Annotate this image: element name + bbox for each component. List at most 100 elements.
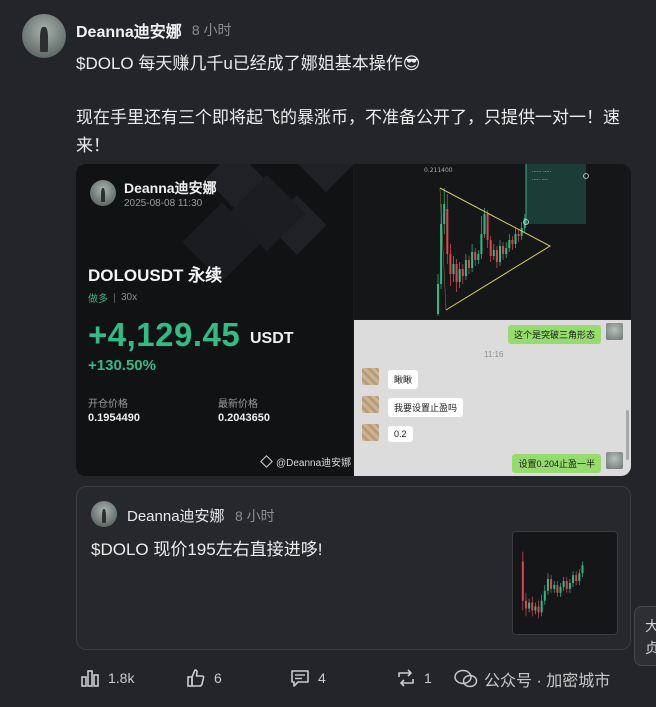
- svg-text:0.211400: 0.211400: [424, 167, 453, 174]
- comments-count: 4: [318, 670, 326, 686]
- candle-body: [581, 565, 584, 574]
- candle-body: [440, 224, 443, 284]
- candle-body: [443, 204, 446, 224]
- candle-body: [517, 234, 520, 236]
- repost-icon: [398, 669, 414, 687]
- card-date: 2025-08-08 11:30: [124, 198, 203, 209]
- candle-body: [537, 606, 540, 613]
- candle-body: [543, 590, 546, 601]
- pnl-card-image[interactable]: Deanna迪安娜 2025-08-08 11:30 DOLOUSDT 永续 做…: [76, 164, 353, 476]
- candle-body: [559, 586, 562, 593]
- candle-body: [575, 575, 578, 582]
- svg-text:······ ·····: ······ ·····: [532, 169, 551, 175]
- candle-body: [531, 602, 534, 611]
- candle-body: [464, 260, 467, 276]
- candle-body: [486, 214, 489, 240]
- like-button[interactable]: 6: [186, 668, 222, 688]
- comment-button[interactable]: 4: [290, 668, 326, 688]
- card-pnl: +4,129.45: [88, 316, 241, 353]
- last-price-value: 0.2043650: [218, 412, 270, 424]
- bar-chart-icon: [81, 670, 99, 687]
- candle-body: [492, 250, 495, 256]
- post-line-1: $DOLO 每天赚几千u已经成了娜姐基本操作😎: [76, 54, 421, 73]
- quoted-post[interactable]: Deanna迪安娜 8 小时 $DOLO 现价195左右直接进哆!: [76, 486, 631, 650]
- quote-author[interactable]: Deanna迪安娜: [127, 505, 225, 526]
- chat-avatar-blurred: [362, 396, 379, 413]
- card-avatar: [90, 180, 116, 206]
- watermark-text: 公众号 · 加密城市: [484, 673, 611, 690]
- candle-body: [489, 240, 492, 256]
- card-brand: @Deanna迪安娜: [260, 454, 351, 469]
- post-line-2: 现在手里还有三个即将起飞的暴涨币，不准备公开了，只提供一对一！速来！: [76, 108, 620, 155]
- card-side: 做多: [88, 294, 108, 305]
- watermark: 公众号 · 加密城市: [454, 667, 610, 691]
- quote-text: $DOLO 现价195左右直接进哆!: [91, 540, 323, 559]
- chat-avatar-right: [606, 452, 623, 469]
- candle-body: [553, 584, 556, 589]
- thumbnail-chart: [521, 551, 584, 619]
- chat-message-4: 0.2: [388, 426, 413, 442]
- candle-body: [477, 254, 480, 260]
- candle-body: [446, 209, 449, 254]
- wechat-icon: [454, 669, 478, 689]
- candle-body: [499, 246, 501, 262]
- candlestick-chart: ······ ····· ····· ···· 0.211400: [424, 164, 589, 316]
- candle-body: [540, 600, 543, 613]
- views-button[interactable]: 1.8k: [80, 668, 134, 688]
- candle-body: [455, 264, 458, 282]
- candle-body: [449, 254, 452, 274]
- candle-body: [502, 246, 505, 254]
- card-leverage: 30x: [121, 292, 138, 303]
- chat-message-1: 这个是突破三角形态: [507, 325, 601, 344]
- candle-body: [521, 561, 524, 601]
- price-chart-image[interactable]: ······ ····· ····· ···· 0.211400: [354, 164, 631, 319]
- candle-body: [452, 264, 455, 274]
- card-pair: DOLOUSDT 永续: [88, 266, 223, 285]
- post-header: Deanna迪安娜 8 小时: [76, 18, 232, 42]
- post-image-grid[interactable]: Deanna迪安娜 2025-08-08 11:30 DOLOUSDT 永续 做…: [76, 164, 631, 476]
- chat-message-3: 我要设置止盈吗: [388, 398, 464, 417]
- candle-body: [458, 269, 461, 282]
- chat-scrollbar: [626, 410, 629, 460]
- candle-body: [495, 250, 498, 262]
- chat-screenshot-image[interactable]: 这个是突破三角形态 11:16 瞅瞅 我要设置止盈吗 0.2 设置0.204止盈…: [354, 320, 631, 476]
- svg-text:····· ····: ····· ····: [532, 177, 548, 183]
- last-price-label: 最新价格: [218, 399, 258, 410]
- candle-body: [471, 252, 474, 268]
- quote-avatar[interactable]: [91, 501, 117, 527]
- candle-body: [437, 284, 439, 314]
- candle-body: [511, 240, 514, 244]
- candle-body: [556, 584, 559, 593]
- candle-body: [572, 575, 575, 583]
- reposts-count: 1: [424, 670, 432, 686]
- candle-body: [578, 573, 581, 582]
- chat-avatar-right: [606, 323, 623, 340]
- candle-body: [474, 252, 477, 260]
- candle-body: [480, 234, 483, 254]
- chat-time: 11:16: [484, 350, 504, 359]
- card-author: Deanna迪安娜: [124, 180, 217, 196]
- quote-chart-thumbnail[interactable]: [512, 531, 618, 635]
- candle-body: [514, 234, 517, 244]
- chat-avatar-blurred: [362, 424, 379, 441]
- card-roi: +130.50%: [88, 357, 156, 374]
- post-time: 8 小时: [191, 22, 232, 38]
- candle-body: [528, 602, 531, 609]
- candle-body: [524, 600, 527, 609]
- candle-body: [534, 606, 537, 611]
- binance-logo-icon: [260, 455, 273, 468]
- candle-body: [562, 581, 565, 587]
- chat-avatar-blurred: [362, 368, 379, 385]
- quote-time: 8 小时: [235, 508, 275, 524]
- chat-message-2: 瞅瞅: [388, 370, 419, 389]
- candle-body: [461, 269, 464, 276]
- author-name[interactable]: Deanna迪安娜: [76, 18, 182, 42]
- card-tags: 做多 30x: [88, 290, 137, 305]
- author-avatar[interactable]: [22, 14, 66, 58]
- entry-price-label: 开仓价格: [88, 399, 128, 410]
- thumbs-up-icon: [187, 669, 205, 687]
- candle-body: [483, 214, 486, 234]
- side-floating-button[interactable]: 大 贞: [634, 606, 656, 666]
- post-body: $DOLO 每天赚几千u已经成了娜姐基本操作😎 现在手里还有三个即将起飞的暴涨币…: [76, 50, 636, 160]
- repost-button[interactable]: 1: [396, 668, 432, 688]
